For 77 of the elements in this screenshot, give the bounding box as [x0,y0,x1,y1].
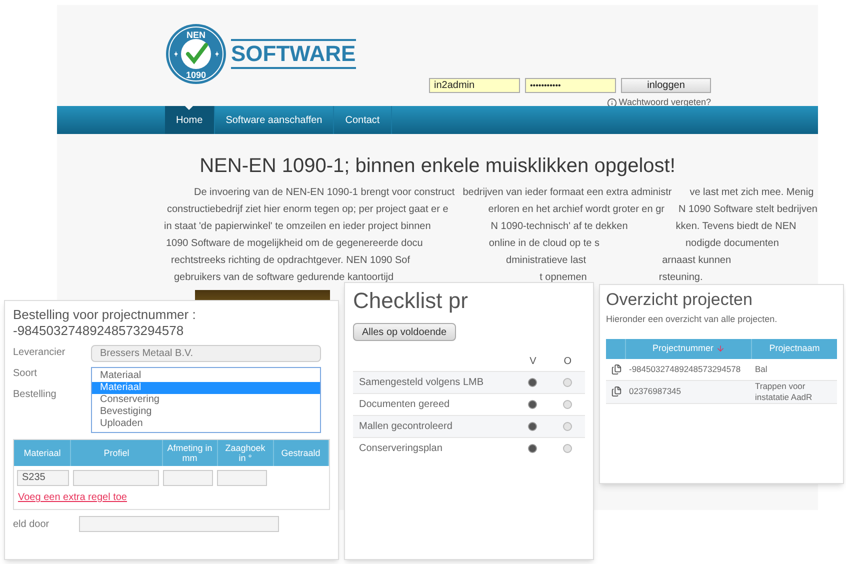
list-option[interactable]: Uploaden [92,418,320,430]
documents-icon[interactable] [610,386,622,397]
type-listbox[interactable]: Materiaal Materiaal Conservering Bevestiging Uploaden [91,367,321,433]
list-option[interactable]: Materiaal [92,382,320,394]
intro-text: dministratieve last [506,254,586,268]
password-field[interactable]: ••••••••••• [525,78,616,93]
projects-subtitle: Hieronder een overzicht van alle projecten. [606,313,778,326]
intro-text: De invoering van de NEN-EN 1090-1 brengt voor construct [194,186,455,200]
intro-text: nodigde documenten [685,237,779,251]
intro-text: t opnemen [540,271,587,285]
logo-emblem: NEN 1090 [165,23,227,85]
forgot-password-link[interactable]: Wachtwoord vergeten? [618,96,711,110]
column-header: Profiel [71,440,163,466]
column-header: O [562,354,573,368]
supplier-field[interactable]: Bressers Metaal B.V. [91,345,321,362]
size-field[interactable] [163,470,213,486]
radio-button[interactable] [563,378,572,387]
intro-text: constructiebedrijf ziet hier enorm tegen op; per project gaat er e [167,203,448,217]
radio-button[interactable] [563,400,572,409]
intro-text: gebruikers van de software gedurende kantoortijd [174,271,394,285]
radio-button[interactable] [528,378,538,387]
intro-heading: NEN-EN 1090-1; binnen enkele muisklikken opgelost! [198,154,676,178]
list-option[interactable]: Materiaal [92,370,320,382]
nav-tab[interactable]: Contact [334,106,392,134]
checklist-item: Samengesteld volgens LMB [358,376,485,390]
radio-button[interactable] [563,422,572,431]
column-header: Zaaghoek in ° [218,440,274,466]
form-label: Soort [13,367,38,381]
column-header: Afmeting in mm [162,440,218,466]
form-label: eld door [13,518,50,532]
intro-text: bedrijven van ieder formaat een extra administr [462,186,672,200]
documents-icon[interactable] [610,364,622,374]
checklist-item: Mallen gecontroleerd [358,420,454,434]
radio-button[interactable] [528,400,538,409]
intro-text: arnaast kunnen [662,254,732,268]
column-header: Gestraald [274,440,330,466]
checklist-item: Documenten gereed [358,398,451,412]
logo-wordmark: SOFTWARE [231,39,356,69]
login-button[interactable]: inloggen [621,78,711,93]
material-field[interactable]: S235 [17,470,69,486]
checklist-title: Checklist pr [353,287,468,315]
projects-title: Overzicht projecten [606,289,752,311]
radio-button[interactable] [563,444,572,453]
angle-field[interactable] [217,470,267,486]
all-pass-button[interactable]: Alles op voldoende [353,323,456,341]
intro-text: 1090 Software de mogelijkheid om de gegenereerde docu [166,237,423,251]
list-option[interactable]: Bevestiging [92,406,320,418]
project-name: Trappen voor instatatie AadR [754,380,814,402]
project-name: Bal [754,364,768,374]
add-row-link[interactable]: Voeg een extra regel toe [18,490,127,505]
form-label: Bestelling [13,388,58,402]
nav-tab[interactable]: Home [165,106,215,134]
project-number: 02376987345 [628,385,682,398]
intro-text: kken. Tevens biedt de NEN [676,220,796,234]
info-icon [606,98,617,108]
list-option[interactable]: Conservering [92,394,320,406]
intro-text: online in de cloud op te s [488,237,600,251]
intro-text: rsteuning. [658,271,703,285]
nav-tab[interactable]: Software aanschaffen [214,106,334,134]
radio-button[interactable] [528,444,538,453]
order-title: Bestelling voor projectnummer : -98450327489248573294578 [13,307,197,339]
checklist-item: Conserveringsplan [358,442,444,456]
column-header: Materiaal [14,440,72,466]
intro-text: erloren en het archief wordt groter en gr [488,203,664,217]
form-label: Leverancier [13,346,66,360]
intro-text: N 1090-technisch' af te dekken [490,220,628,234]
sort-arrow-icon [716,344,725,353]
profile-field[interactable] [73,470,159,486]
project-number: -98450327489248573294578 [628,362,742,376]
intro-text: rechtstreeks richting de opdrachtgever. NEN 1090 Sof [171,254,410,268]
username-field[interactable]: in2admin [429,78,520,93]
intro-text: in staat 'de papierwinkel' te omzeilen en ieder project binnen [164,220,431,234]
radio-button[interactable] [528,422,538,431]
column-header: V [528,354,538,368]
intro-text: N 1090 Software stelt bedrijven [678,203,818,217]
intro-text: ve last met zich mee. Menig [690,186,814,200]
text-field[interactable] [79,516,280,532]
